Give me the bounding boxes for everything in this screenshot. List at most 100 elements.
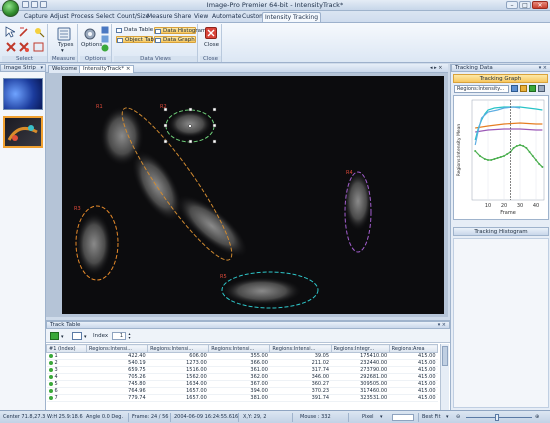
track-table-scroll-thumb[interactable] — [442, 346, 448, 366]
app-menu-icon[interactable] — [2, 0, 19, 17]
options-label[interactable]: Options — [81, 42, 102, 48]
track-table-scrollbar[interactable] — [440, 344, 449, 410]
table-row[interactable]: 6 764.96 1657.00 394.00 370.23 317460.00 415.0… — [46, 387, 438, 395]
table-cell: 175410.00 — [331, 352, 390, 360]
options-load-icon[interactable] — [101, 35, 109, 43]
roi-manager-icon[interactable] — [33, 41, 45, 53]
close-tracking-icon[interactable] — [205, 27, 217, 39]
image-strip-pin-icon[interactable]: ▾ — [40, 65, 43, 72]
status-xy: X,Y: 29, 2 — [243, 414, 267, 420]
tab-measure[interactable]: Measure — [145, 12, 175, 22]
close-label[interactable]: Close — [204, 42, 219, 48]
index-stepper[interactable]: ▴ ▾ — [127, 332, 132, 340]
table-options-dropdown-icon[interactable]: ▾ — [84, 334, 87, 340]
data-histogram-button[interactable]: Data Histogram — [154, 27, 206, 34]
microscopy-image: R1 R2 R3 R4 R5 — [74, 104, 372, 309]
graph-tool-1-icon[interactable] — [511, 85, 518, 92]
tracking-data-pin-icon[interactable]: ▾ × — [539, 65, 547, 72]
table-cell: 367.00 — [208, 380, 270, 388]
close-button[interactable]: ✕ — [532, 1, 548, 9]
object-table-button[interactable]: Object Table — [116, 36, 159, 43]
table-row[interactable]: 4 705.26 1562.00 362.00 346.00 292681.00 415.0… — [46, 373, 438, 381]
x-tick-label: 30 — [517, 203, 523, 209]
tab-capture[interactable]: Capture — [22, 12, 50, 22]
unit-dropdown-icon[interactable]: ▾ — [380, 414, 383, 420]
col-header-intensity-4[interactable]: Regions:Intensi... — [269, 344, 332, 353]
table-cell: 355.00 — [208, 352, 270, 360]
zoom-slider-thumb[interactable] — [495, 414, 499, 421]
redo-icon[interactable] — [40, 1, 47, 8]
x-tick-label: 40 — [533, 203, 539, 209]
tracking-graph-tab[interactable]: Tracking Graph — [453, 74, 548, 83]
tab-share[interactable]: Share — [172, 12, 193, 22]
table-row[interactable]: 5 745.80 1634.00 367.00 360.27 309505.00 415.0… — [46, 380, 438, 388]
status-fit[interactable]: Best Fit — [422, 414, 441, 420]
tab-intensity-tracking[interactable]: Intensity Tracking — [262, 12, 322, 22]
roi-label-r4: R4 — [346, 170, 353, 176]
col-header-intensity-2[interactable]: Regions:Intensi... — [147, 344, 210, 353]
col-header-intensity-3[interactable]: Regions:Intensi... — [208, 344, 271, 353]
table-cell: 309505.00 — [331, 380, 390, 388]
status-wh: W:H 25.9:18.6 — [47, 414, 83, 420]
maximize-button[interactable]: □ — [519, 1, 531, 9]
doc-tab-intensity-track[interactable]: IntensityTrack* × — [79, 65, 135, 73]
graph-tool-3-icon[interactable] — [529, 85, 536, 92]
series-dropdown[interactable]: Regions:Intensity... — [454, 85, 509, 93]
table-cell: 606.00 — [147, 352, 209, 360]
delete-roi-icon[interactable] — [5, 41, 17, 53]
options-add-icon[interactable] — [101, 44, 109, 52]
index-input[interactable]: 1 — [112, 332, 126, 340]
tab-view[interactable]: View — [192, 12, 210, 22]
data-graph-label: Data Graph — [163, 37, 195, 43]
draw-roi-icon[interactable] — [18, 26, 30, 38]
thumbnail-1[interactable] — [3, 78, 43, 110]
tracking-graph[interactable]: 10 20 30 40 Frame Regions:Intensity Mean — [453, 95, 549, 220]
doc-nav-icon[interactable]: ◂ ▸ × — [430, 65, 442, 71]
zoom-in-icon[interactable]: ⊕ — [535, 414, 539, 420]
add-track-dropdown-icon[interactable]: ▾ — [61, 334, 64, 340]
track-table-pin-icon[interactable]: ▾ × — [438, 322, 446, 329]
table-cell: 1516.00 — [147, 366, 209, 374]
image-canvas[interactable]: R1 R2 R3 R4 R5 — [62, 76, 444, 314]
types-dropdown-arrow[interactable]: ▾ — [61, 48, 64, 54]
col-header-integrated[interactable]: Regions:Integr... — [330, 344, 390, 353]
fit-dropdown-icon[interactable]: ▾ — [446, 414, 449, 420]
data-table-button[interactable]: Data Table — [116, 27, 153, 34]
zoom-out-icon[interactable]: ⊖ — [456, 414, 460, 420]
col-header-index[interactable]: #1 (Index) — [46, 344, 87, 353]
minimize-button[interactable]: – — [506, 1, 518, 9]
tab-process[interactable]: Process — [69, 12, 96, 22]
cell-5 — [76, 212, 112, 276]
channel-selector[interactable] — [392, 414, 414, 421]
tab-adjust[interactable]: Adjust — [48, 12, 71, 22]
magic-wand-icon[interactable] — [33, 26, 45, 38]
tab-automate[interactable]: Automate — [210, 12, 244, 22]
add-track-icon[interactable] — [50, 332, 59, 340]
pointer-icon[interactable] — [5, 26, 15, 38]
undo-icon[interactable] — [31, 1, 38, 8]
col-header-area[interactable]: Regions:Area — [388, 344, 439, 353]
data-graph-button[interactable]: Data Graph — [154, 36, 196, 43]
table-row[interactable]: 2 540.19 1273.00 366.00 211.02 232440.00 415.0… — [46, 359, 438, 367]
tab-select[interactable]: Select — [94, 12, 117, 22]
zoom-slider[interactable] — [466, 417, 532, 418]
status-timestamp: 2004-06-09 16:24:55.616 — [174, 414, 239, 420]
table-row[interactable]: 3 659.75 1516.00 361.00 317.74 273790.00 415.0… — [46, 366, 438, 374]
col-header-intensity-1[interactable]: Regions:Intensi... — [85, 344, 149, 353]
graph-tool-2-icon[interactable] — [520, 85, 527, 92]
table-options-icon[interactable] — [72, 332, 82, 340]
thumbnail-2[interactable] — [3, 116, 43, 148]
data-table-label: Data Table — [124, 27, 154, 33]
table-row[interactable]: 1 422.40 606.00 355.00 39.05 175410.00 415.00 — [46, 352, 438, 360]
options-save-icon[interactable] — [101, 26, 109, 34]
save-icon[interactable] — [22, 1, 29, 8]
delete-all-roi-icon[interactable] — [18, 41, 30, 53]
options-gear-icon[interactable] — [83, 27, 97, 41]
tracking-graph-tab-label: Tracking Graph — [479, 76, 522, 82]
status-unit[interactable]: Pixel — [362, 414, 374, 420]
measurement-types-icon[interactable] — [57, 27, 71, 41]
graph-tool-4-icon[interactable] — [538, 85, 545, 92]
table-row[interactable]: 7 779.74 1657.00 381.00 391.74 323531.00 415.0… — [46, 394, 438, 402]
tracking-histogram-tab[interactable]: Tracking Histogram — [453, 227, 549, 236]
doc-tab-intensity-track-close-icon[interactable]: × — [126, 66, 131, 72]
